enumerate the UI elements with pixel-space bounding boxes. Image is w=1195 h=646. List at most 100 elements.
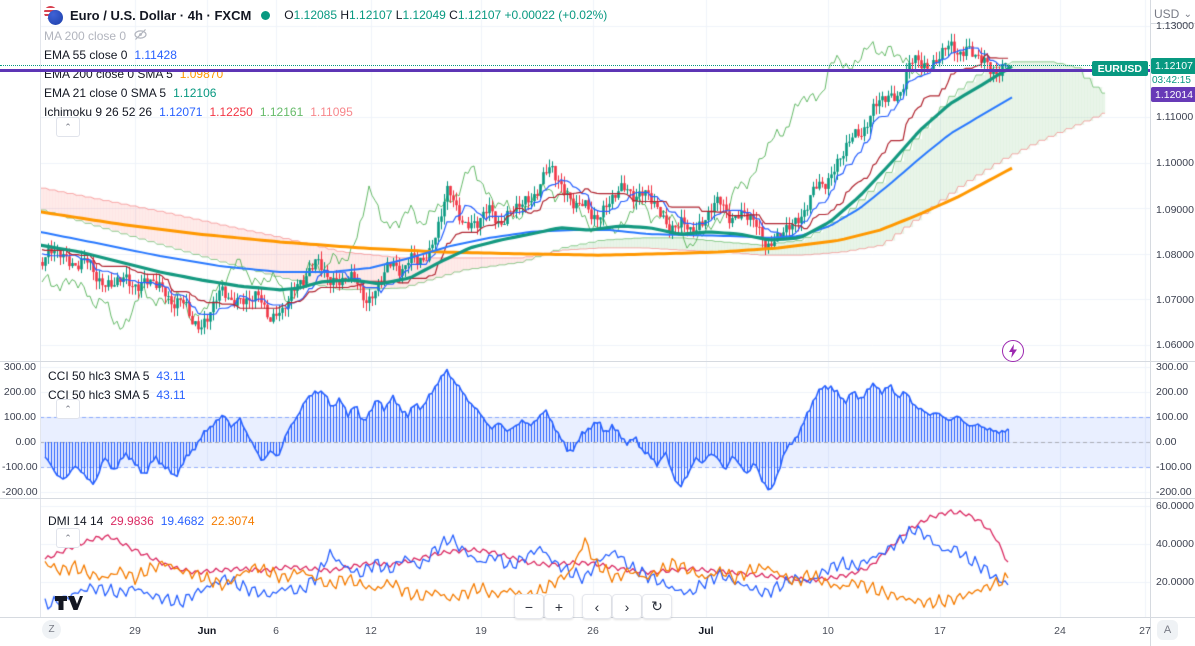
pane-separator-2[interactable]: [0, 498, 1195, 499]
cci-tick: 200.00: [1156, 386, 1189, 398]
indicator-legend-row[interactable]: Ichimoku 9 26 52 26 1.12071 1.12250 1.12161…: [44, 102, 607, 121]
indicator-value: 29.9836: [110, 513, 154, 528]
time-tick: 26: [587, 625, 599, 637]
cci-tick: 100.00: [1156, 411, 1189, 423]
indicator-name: EMA 55 close 0: [44, 47, 128, 62]
autoscale-button[interactable]: A: [1157, 620, 1178, 640]
indicator-legend-row[interactable]: MA 200 close 0: [44, 26, 607, 45]
scroll-right-button[interactable]: ›: [612, 594, 642, 619]
cci-left-tick: 0.00: [15, 436, 36, 448]
ohlc-label: O: [284, 8, 294, 22]
cci-pane-collapse-button[interactable]: ⌃: [56, 399, 80, 419]
left-margin-separator: [40, 0, 41, 618]
cci-left-tick: 100.00: [3, 411, 36, 423]
indicator-value: 43.11: [156, 368, 186, 383]
time-tick: 6: [273, 625, 279, 637]
time-tick: 19: [475, 625, 487, 637]
ohlc-label: H: [340, 8, 350, 22]
indicator-value: 43.11: [156, 387, 186, 402]
ohlc-value: 1.12085: [293, 8, 341, 22]
price-tick: 1.06000: [1156, 339, 1194, 351]
cci-tick: -200.00: [1156, 486, 1192, 498]
bar-countdown: 03:42:15: [1152, 75, 1191, 86]
indicator-value: 1.11095: [310, 104, 353, 119]
indicator-value: 19.4682: [160, 513, 205, 528]
price-tick: 1.09000: [1156, 204, 1194, 216]
time-tick: Jul: [698, 625, 714, 637]
indicator-legend-row[interactable]: EMA 55 close 0 1.11428: [44, 45, 607, 64]
alert-price-badge: 1.12014: [1151, 87, 1195, 102]
current-price-dotted-line: [0, 65, 1150, 66]
chevron-down-icon: ⌄: [1183, 8, 1192, 20]
indicator-legend-row[interactable]: DMI 14 14 29.9836 19.4682 22.3074: [48, 511, 255, 530]
cci-left-tick: -100.00: [2, 461, 38, 473]
eye-hidden-icon[interactable]: [134, 28, 147, 44]
price-change: +0.00022 (+0.02%): [504, 8, 608, 22]
time-tick: 10: [822, 625, 834, 637]
market-status-icon[interactable]: [261, 10, 271, 20]
chevron-right-icon: ›: [624, 598, 630, 615]
cci-tick: 300.00: [1156, 361, 1189, 373]
timezone-button[interactable]: Z: [42, 620, 61, 639]
ohlc-value: 1.12107: [349, 8, 396, 22]
scroll-left-button[interactable]: ‹: [582, 594, 612, 619]
indicator-name: MA 200 close 0: [44, 28, 127, 43]
symbol-title: Euro / U.S. Dollar · 4h · FXCM: [70, 7, 252, 23]
ohlc-value: 1.12049: [402, 8, 450, 22]
cci-tick: 0.00: [1156, 436, 1177, 448]
indicator-legend-row[interactable]: CCI 50 hlc3 SMA 5 43.11: [48, 366, 186, 385]
chevron-up-icon: ⌃: [64, 121, 72, 132]
main-pane-collapse-button[interactable]: ⌃: [56, 117, 80, 137]
indicator-value: 1.12161: [259, 104, 304, 119]
ohlc-value: 1.12107: [457, 8, 505, 22]
price-tick: 1.11000: [1156, 111, 1194, 123]
dmi-tick: 20.0000: [1156, 576, 1194, 588]
indicator-name: CCI 50 hlc3 SMA 5: [48, 368, 150, 383]
dmi-tick: 60.0000: [1156, 500, 1194, 512]
indicator-legend-row[interactable]: EMA 200 close 0 SMA 5 1.09870: [44, 64, 607, 83]
time-tick: 17: [934, 625, 946, 637]
indicator-name: EMA 21 close 0 SMA 5: [44, 85, 167, 100]
indicator-legend-row[interactable]: EMA 21 close 0 SMA 5 1.12106: [44, 83, 607, 102]
dmi-pane-collapse-button[interactable]: ⌃: [56, 528, 80, 548]
flash-boost-button[interactable]: [1002, 340, 1024, 362]
purple-alert-line[interactable]: [0, 69, 1150, 72]
cci-left-tick: 200.00: [3, 386, 36, 398]
symbol-price-flag: EURUSD: [1091, 61, 1148, 76]
indicator-value: 1.12106: [173, 85, 217, 100]
cci-tick: -100.00: [1156, 461, 1192, 473]
reset-chart-button[interactable]: ↻: [642, 594, 672, 619]
time-tick: 12: [365, 625, 377, 637]
indicator-name: DMI 14 14: [48, 513, 104, 528]
timezone-label: Z: [48, 624, 55, 635]
last-price-badge: 1.12107: [1151, 58, 1195, 74]
zoom-in-button[interactable]: +: [544, 594, 574, 619]
zoom-out-button[interactable]: −: [514, 594, 544, 619]
chevron-up-icon: ⌃: [64, 532, 72, 543]
indicator-value: 1.12250: [209, 104, 253, 119]
indicator-value: 1.11428: [134, 47, 177, 62]
symbol-row[interactable]: Euro / U.S. Dollar · 4h · FXCM O1.12085 …: [44, 4, 607, 26]
currency-label: USD: [1154, 7, 1180, 21]
tradingview-chart-window: Euro / U.S. Dollar · 4h · FXCM O1.12085 …: [0, 0, 1195, 646]
chevron-left-icon: ‹: [594, 598, 600, 615]
price-tick: 1.08000: [1156, 249, 1194, 261]
tradingview-logo[interactable]: [55, 596, 83, 617]
legend: Euro / U.S. Dollar · 4h · FXCM O1.12085 …: [44, 4, 607, 121]
chevron-up-icon: ⌃: [64, 403, 72, 414]
lightning-icon: [1009, 344, 1017, 358]
cci-indicator-pane[interactable]: [40, 362, 1150, 498]
currency-unit-button[interactable]: USD ⌄: [1154, 5, 1192, 23]
ohlc-values: O1.12085 H1.12107 L1.12049 C1.12107 +0.0…: [284, 8, 607, 22]
time-tick: 24: [1054, 625, 1066, 637]
dmi-legend: DMI 14 14 29.9836 19.4682 22.3074: [48, 511, 255, 530]
time-tick: Jun: [197, 625, 217, 637]
dmi-tick: 40.0000: [1156, 538, 1194, 550]
indicator-value: 22.3074: [211, 513, 255, 528]
ohlc-label: C: [449, 8, 458, 22]
time-tick: 29: [129, 625, 141, 637]
cci-left-tick: -200.00: [2, 486, 38, 498]
indicator-value: 1.12071: [159, 104, 203, 119]
cci-left-tick: 300.00: [3, 361, 36, 373]
price-tick: 1.07000: [1156, 294, 1194, 306]
